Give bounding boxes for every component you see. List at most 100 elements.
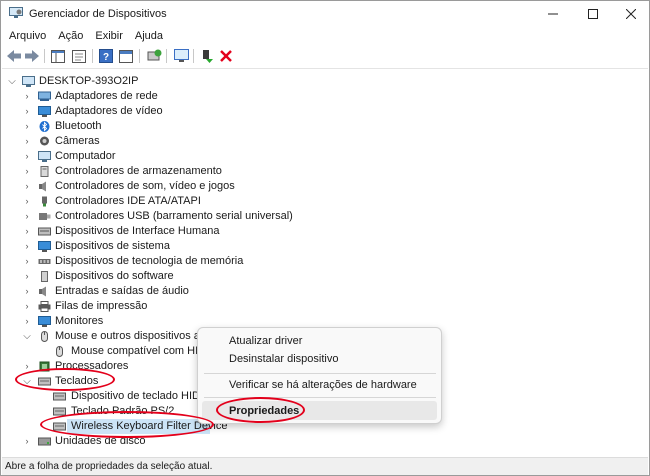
usb-controller-icon — [39, 213, 51, 220]
menu-arquivo[interactable]: Arquivo — [1, 28, 52, 44]
keyboard-icon — [38, 377, 51, 386]
toolbar-separator — [166, 49, 167, 63]
tree-item-disk-drives[interactable]: › Unidades de disco — [22, 434, 322, 449]
processor-icon — [39, 361, 50, 372]
tree-item-display-adapters[interactable]: › Adaptadores de vídeo — [22, 104, 322, 119]
display-adapter-icon — [38, 106, 51, 117]
help-button[interactable]: ? — [98, 48, 114, 64]
keyboard-icon — [53, 422, 66, 431]
tree-root-computer[interactable]: ⌵ DESKTOP-393O2IP — [7, 74, 307, 89]
tree-item-bluetooth[interactable]: › Bluetooth — [22, 119, 322, 134]
context-menu-scan-hardware[interactable]: Verificar se há alterações de hardware — [229, 379, 417, 391]
menu-exibir[interactable]: Exibir — [89, 28, 129, 44]
context-menu: Atualizar driver Desinstalar dispositivo… — [197, 327, 442, 424]
context-menu-update-driver[interactable]: Atualizar driver — [229, 335, 302, 347]
tree-item-label: Adaptadores de rede — [55, 90, 158, 102]
chevron-down-icon[interactable]: ⌵ — [22, 374, 32, 389]
tree-item-print-queues[interactable]: › Filas de impressão — [22, 299, 322, 314]
properties-toolbar-button[interactable] — [71, 48, 87, 64]
computer-icon — [38, 151, 51, 162]
tree-item-label: Teclado Padrão PS/2 — [71, 405, 175, 417]
context-menu-uninstall-device[interactable]: Desinstalar dispositivo — [229, 353, 338, 365]
chevron-right-icon[interactable]: › — [22, 359, 32, 374]
toolbar-separator — [44, 49, 45, 63]
uninstall-device-toolbar-button[interactable] — [218, 48, 234, 64]
maximize-button[interactable] — [575, 3, 611, 25]
chevron-down-icon[interactable]: ⌵ — [7, 74, 17, 89]
tree-item-label: Computador — [55, 150, 116, 162]
network-adapter-icon — [38, 91, 51, 101]
tree-item-computer[interactable]: › Computador — [22, 149, 322, 164]
chevron-right-icon[interactable]: › — [22, 209, 32, 224]
tree-item-system-devices[interactable]: › Dispositivos de sistema — [22, 239, 322, 254]
tree-item-hid[interactable]: › Dispositivos de Interface Humana — [22, 224, 322, 239]
tree-item-ide-controllers[interactable]: › Controladores IDE ATA/ATAPI — [22, 194, 322, 209]
tree-item-label: Dispositivos de tecnologia de memória — [55, 255, 244, 267]
keyboard-icon — [53, 407, 66, 416]
menu-bar: Arquivo Ação Exibir Ajuda — [1, 28, 649, 44]
tree-item-label: Filas de impressão — [55, 300, 148, 312]
back-button[interactable] — [6, 48, 22, 64]
tree-item-software-devices[interactable]: › Dispositivos do software — [22, 269, 322, 284]
tree-item-audio-io[interactable]: › Entradas e saídas de áudio — [22, 284, 322, 299]
chevron-right-icon[interactable]: › — [22, 179, 32, 194]
maximize-icon — [588, 9, 598, 19]
chevron-right-icon[interactable]: › — [22, 254, 32, 269]
tree-item-label: Processadores — [55, 360, 129, 372]
tree-item-label: Câmeras — [55, 135, 100, 147]
context-menu-separator — [204, 373, 436, 374]
menu-ajuda[interactable]: Ajuda — [129, 28, 169, 44]
tree-item-usb-controllers[interactable]: › Controladores USB (barramento serial u… — [22, 209, 322, 224]
scan-hardware-toolbar-button[interactable] — [173, 48, 189, 64]
view-toolbar-button[interactable] — [118, 48, 134, 64]
chevron-right-icon[interactable]: › — [22, 164, 32, 179]
tree-item-memory-devices[interactable]: › Dispositivos de tecnologia de memória — [22, 254, 322, 269]
properties-sheet-icon — [72, 49, 86, 63]
chevron-right-icon[interactable]: › — [22, 194, 32, 209]
menu-acao[interactable]: Ação — [52, 28, 89, 44]
tree-item-network-adapters[interactable]: › Adaptadores de rede — [22, 89, 322, 104]
bluetooth-icon — [39, 121, 50, 132]
chevron-right-icon[interactable]: › — [22, 284, 32, 299]
status-bar: Abre a folha de propriedades da seleção … — [2, 457, 648, 475]
console-tree-icon — [51, 49, 65, 63]
context-menu-properties[interactable]: Propriedades — [229, 405, 299, 417]
tree-item-label: Dispositivos de sistema — [55, 240, 170, 252]
update-driver-toolbar-button[interactable] — [146, 48, 162, 64]
device-manager-app-icon — [9, 7, 23, 18]
update-driver-icon — [147, 49, 161, 61]
tree-item-label: Controladores IDE ATA/ATAPI — [55, 195, 201, 207]
enable-device-icon — [203, 50, 213, 63]
printer-icon — [38, 301, 51, 312]
chevron-right-icon[interactable]: › — [22, 434, 32, 449]
chevron-right-icon[interactable]: › — [22, 134, 32, 149]
chevron-right-icon[interactable]: › — [22, 89, 32, 104]
tree-item-cameras[interactable]: › Câmeras — [22, 134, 322, 149]
chevron-down-icon[interactable]: ⌵ — [22, 329, 32, 344]
enable-device-toolbar-button[interactable] — [199, 48, 215, 64]
mouse-icon — [56, 346, 63, 357]
toolbar-separator — [193, 49, 194, 63]
show-hide-console-tree-button[interactable] — [50, 48, 66, 64]
close-button[interactable] — [613, 3, 649, 25]
storage-controller-icon — [40, 166, 49, 177]
minimize-button[interactable] — [535, 3, 571, 25]
chevron-right-icon[interactable]: › — [22, 224, 32, 239]
tree-item-label: Mouse e outros dispositivos apo — [55, 330, 213, 342]
tree-root-label: DESKTOP-393O2IP — [39, 75, 139, 87]
tree-item-label: Teclados — [55, 375, 99, 387]
chevron-right-icon[interactable]: › — [22, 119, 32, 134]
chevron-right-icon[interactable]: › — [22, 299, 32, 314]
tree-item-storage-controllers[interactable]: › Controladores de armazenamento — [22, 164, 322, 179]
minimize-icon — [548, 13, 558, 15]
chevron-right-icon[interactable]: › — [22, 269, 32, 284]
chevron-right-icon[interactable]: › — [22, 104, 32, 119]
forward-arrow-icon — [25, 50, 39, 62]
system-device-icon — [38, 241, 51, 252]
chevron-right-icon[interactable]: › — [22, 314, 32, 329]
disk-drive-icon — [38, 437, 51, 446]
tree-item-sound-controllers[interactable]: › Controladores de som, vídeo e jogos — [22, 179, 322, 194]
chevron-right-icon[interactable]: › — [22, 149, 32, 164]
forward-button[interactable] — [24, 48, 40, 64]
chevron-right-icon[interactable]: › — [22, 239, 32, 254]
